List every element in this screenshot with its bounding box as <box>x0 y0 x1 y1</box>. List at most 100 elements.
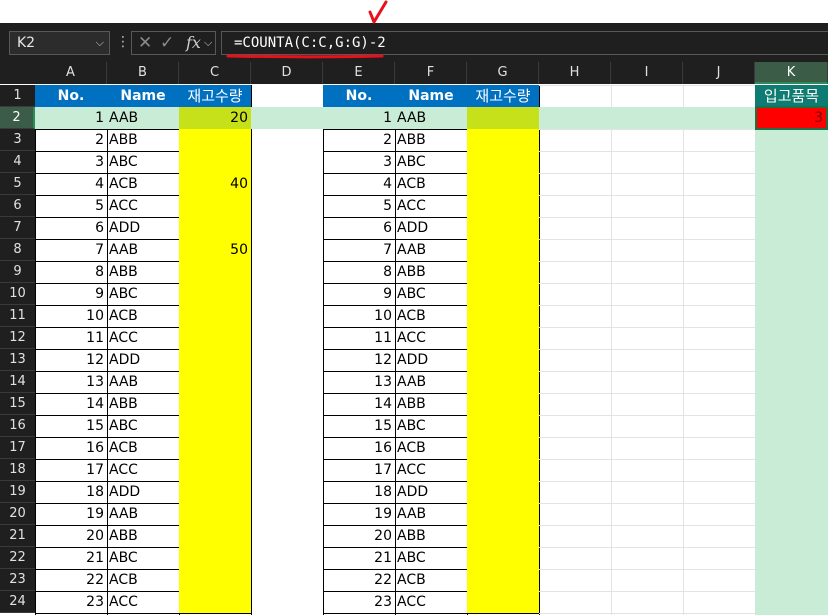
table1-stock-cell[interactable] <box>179 393 251 415</box>
table1-name-cell[interactable]: ADD <box>107 481 179 503</box>
table1-no-cell[interactable]: 8 <box>35 261 107 283</box>
table2-stock-cell[interactable] <box>467 173 539 195</box>
table1-stock-cell[interactable]: 50 <box>179 239 251 261</box>
header-cell-f[interactable]: Name <box>395 85 467 107</box>
table2-no-cell[interactable]: 23 <box>323 591 395 613</box>
table1-no-cell[interactable]: 15 <box>35 415 107 437</box>
table2-no-cell[interactable]: 19 <box>323 503 395 525</box>
table1-name-cell[interactable]: AAB <box>107 107 179 129</box>
table1-name-cell[interactable]: ABB <box>107 393 179 415</box>
header-cell-c[interactable]: 재고수량 <box>179 85 251 107</box>
table2-stock-cell[interactable] <box>467 283 539 305</box>
header-cell-k[interactable]: 입고품목 <box>755 85 828 107</box>
table1-stock-cell[interactable] <box>179 349 251 371</box>
table2-stock-cell[interactable] <box>467 525 539 547</box>
table1-no-cell[interactable]: 22 <box>35 569 107 591</box>
table2-name-cell[interactable]: AAB <box>395 503 467 525</box>
table2-stock-cell[interactable] <box>467 481 539 503</box>
table1-no-cell[interactable]: 2 <box>35 129 107 151</box>
table1-stock-cell[interactable] <box>179 305 251 327</box>
table1-name-cell[interactable]: ACC <box>107 459 179 481</box>
table2-name-cell[interactable]: ACB <box>395 173 467 195</box>
table2-name-cell[interactable]: AAB <box>395 371 467 393</box>
table2-no-cell[interactable]: 10 <box>323 305 395 327</box>
table2-name-cell[interactable]: ACC <box>395 195 467 217</box>
table1-name-cell[interactable]: ABC <box>107 547 179 569</box>
table1-stock-cell[interactable] <box>179 591 251 613</box>
table1-stock-cell[interactable] <box>179 195 251 217</box>
table2-stock-cell[interactable] <box>467 591 539 613</box>
table2-no-cell[interactable]: 8 <box>323 261 395 283</box>
table1-stock-cell[interactable] <box>179 151 251 173</box>
table2-no-cell[interactable]: 22 <box>323 569 395 591</box>
table2-stock-cell[interactable] <box>467 415 539 437</box>
table2-name-cell[interactable]: ABB <box>395 261 467 283</box>
table2-stock-cell[interactable] <box>467 349 539 371</box>
table1-name-cell[interactable]: ACB <box>107 305 179 327</box>
table1-stock-cell[interactable] <box>179 415 251 437</box>
table1-stock-cell[interactable] <box>179 569 251 591</box>
table1-no-cell[interactable]: 18 <box>35 481 107 503</box>
table1-no-cell[interactable]: 4 <box>35 173 107 195</box>
table2-stock-cell[interactable] <box>467 547 539 569</box>
table1-name-cell[interactable]: ABB <box>107 129 179 151</box>
table1-stock-cell[interactable] <box>179 459 251 481</box>
table2-name-cell[interactable]: ACB <box>395 305 467 327</box>
table1-name-cell[interactable]: AAB <box>107 371 179 393</box>
table1-stock-cell[interactable] <box>179 371 251 393</box>
table1-no-cell[interactable]: 23 <box>35 591 107 613</box>
table1-name-cell[interactable]: ABB <box>107 261 179 283</box>
table2-stock-cell[interactable] <box>467 503 539 525</box>
table1-name-cell[interactable]: ABC <box>107 415 179 437</box>
table1-name-cell[interactable]: ABC <box>107 151 179 173</box>
table2-stock-cell[interactable] <box>467 239 539 261</box>
table2-stock-cell[interactable] <box>467 393 539 415</box>
table2-no-cell[interactable]: 16 <box>323 437 395 459</box>
table2-no-cell[interactable]: 11 <box>323 327 395 349</box>
table1-stock-cell[interactable] <box>179 547 251 569</box>
table1-no-cell[interactable]: 21 <box>35 547 107 569</box>
table1-no-cell[interactable]: 12 <box>35 349 107 371</box>
header-cell-e[interactable]: No. <box>323 85 395 107</box>
table1-name-cell[interactable]: ACB <box>107 569 179 591</box>
table1-no-cell[interactable]: 17 <box>35 459 107 481</box>
table2-no-cell[interactable]: 3 <box>323 151 395 173</box>
table2-name-cell[interactable]: ABB <box>395 393 467 415</box>
table2-name-cell[interactable]: ABC <box>395 415 467 437</box>
table2-stock-cell[interactable] <box>467 151 539 173</box>
table2-stock-cell[interactable] <box>467 569 539 591</box>
table2-name-cell[interactable]: ABB <box>395 129 467 151</box>
table2-no-cell[interactable]: 4 <box>323 173 395 195</box>
table2-no-cell[interactable]: 1 <box>323 107 395 129</box>
table1-name-cell[interactable]: ACB <box>107 173 179 195</box>
table2-no-cell[interactable]: 5 <box>323 195 395 217</box>
table1-no-cell[interactable]: 13 <box>35 371 107 393</box>
table2-stock-cell[interactable] <box>467 459 539 481</box>
table1-stock-cell[interactable] <box>179 481 251 503</box>
table2-no-cell[interactable]: 14 <box>323 393 395 415</box>
table2-name-cell[interactable]: ABC <box>395 151 467 173</box>
table1-name-cell[interactable]: ADD <box>107 217 179 239</box>
table1-no-cell[interactable]: 10 <box>35 305 107 327</box>
table2-name-cell[interactable]: ADD <box>395 349 467 371</box>
table1-no-cell[interactable]: 19 <box>35 503 107 525</box>
table2-name-cell[interactable]: ABB <box>395 525 467 547</box>
table1-stock-cell[interactable] <box>179 503 251 525</box>
table2-stock-cell[interactable] <box>467 195 539 217</box>
table1-name-cell[interactable]: ACC <box>107 591 179 613</box>
table2-no-cell[interactable]: 13 <box>323 371 395 393</box>
table2-stock-cell[interactable] <box>467 305 539 327</box>
table2-no-cell[interactable]: 18 <box>323 481 395 503</box>
table1-no-cell[interactable]: 14 <box>35 393 107 415</box>
table1-name-cell[interactable]: ACC <box>107 195 179 217</box>
table1-name-cell[interactable]: ABC <box>107 283 179 305</box>
table1-no-cell[interactable]: 20 <box>35 525 107 547</box>
table1-no-cell[interactable]: 11 <box>35 327 107 349</box>
table1-name-cell[interactable]: AAB <box>107 239 179 261</box>
table2-no-cell[interactable]: 12 <box>323 349 395 371</box>
table2-stock-cell[interactable] <box>467 437 539 459</box>
table1-name-cell[interactable]: ABB <box>107 525 179 547</box>
table2-name-cell[interactable]: ABC <box>395 283 467 305</box>
k2-cell[interactable]: 3 <box>755 106 828 130</box>
table1-stock-cell[interactable] <box>179 525 251 547</box>
